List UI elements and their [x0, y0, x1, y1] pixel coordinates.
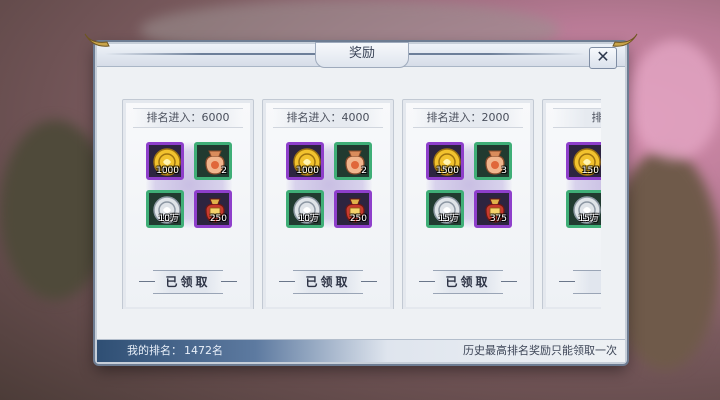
item-quantity: 250	[349, 214, 367, 224]
item-quantity: 1500	[436, 166, 459, 176]
rank-threshold-label: 排名进入：2000	[413, 108, 523, 128]
background-blossom	[630, 40, 720, 160]
rank-threshold-label: 排名进	[553, 108, 601, 128]
item-quantity: 15万	[438, 214, 459, 224]
reward-item-slot[interactable]: 2	[194, 142, 232, 180]
reward-item-slot[interactable]: 10万	[286, 190, 324, 228]
background-tree-left	[0, 120, 110, 300]
item-quantity: 2	[221, 166, 227, 176]
item-quantity: 15万	[578, 214, 599, 224]
item-quantity: 2	[361, 166, 367, 176]
reward-item-slot[interactable]: 1000	[286, 142, 324, 180]
ornament-left-icon	[84, 33, 110, 47]
reward-card: 排名进入：2000 1500 3 15万 375 已领取	[402, 99, 534, 309]
my-rank-value: 1472名	[184, 344, 223, 357]
item-quantity: 150	[581, 166, 599, 176]
claimed-button[interactable]: 已领取	[139, 270, 237, 294]
reward-item-slot[interactable]: 1500	[426, 142, 464, 180]
close-button[interactable]: ✕	[589, 47, 617, 69]
reward-card: 排名进入：6000 1000 2 10万 250 已领取	[122, 99, 254, 309]
reward-item-slot[interactable]: 15万	[426, 190, 464, 228]
item-quantity: 1000	[296, 166, 319, 176]
reward-item-slot[interactable]: 2	[334, 142, 372, 180]
reward-item-slot[interactable]: 250	[194, 190, 232, 228]
claimed-button[interactable]: 已领取	[279, 270, 377, 294]
item-quantity: 10万	[158, 214, 179, 224]
item-quantity: 375	[489, 214, 507, 224]
claimed-button[interactable]: 已	[559, 270, 601, 294]
item-quantity: 1000	[156, 166, 179, 176]
reward-card: 排名进 150 15万已	[542, 99, 601, 309]
reward-card: 排名进入：4000 1000 2 10万 250 已领取	[262, 99, 394, 309]
reward-item-slot[interactable]: 15万	[566, 190, 601, 228]
reward-item-slot[interactable]: 1000	[146, 142, 184, 180]
reward-item-slot[interactable]: 3	[474, 142, 512, 180]
my-rank: 我的排名： 1472名	[125, 343, 223, 359]
reward-item-slot[interactable]: 250	[334, 190, 372, 228]
reward-dialog: 奖励 ✕ 排名进入：6000 1000 2 10万 250 已领取 排名进入：4000 10…	[84, 33, 638, 364]
footer-bar: 我的排名： 1472名 历史最高排名奖励只能领取一次	[97, 339, 625, 362]
claim-notice: 历史最高排名奖励只能领取一次	[463, 344, 617, 357]
dialog-title: 奖励	[315, 42, 409, 68]
my-rank-label: 我的排名：	[127, 344, 182, 357]
reward-card-list[interactable]: 排名进入：6000 1000 2 10万 250 已领取 排名进入：4000 1000 2 10…	[122, 99, 601, 309]
item-quantity: 10万	[298, 214, 319, 224]
rank-threshold-label: 排名进入：4000	[273, 108, 383, 128]
item-quantity: 250	[209, 214, 227, 224]
rank-threshold-label: 排名进入：6000	[133, 108, 243, 128]
reward-item-slot[interactable]: 10万	[146, 190, 184, 228]
claimed-button[interactable]: 已领取	[419, 270, 517, 294]
reward-item-slot[interactable]: 150	[566, 142, 601, 180]
reward-item-slot[interactable]: 375	[474, 190, 512, 228]
item-quantity: 3	[501, 166, 507, 176]
